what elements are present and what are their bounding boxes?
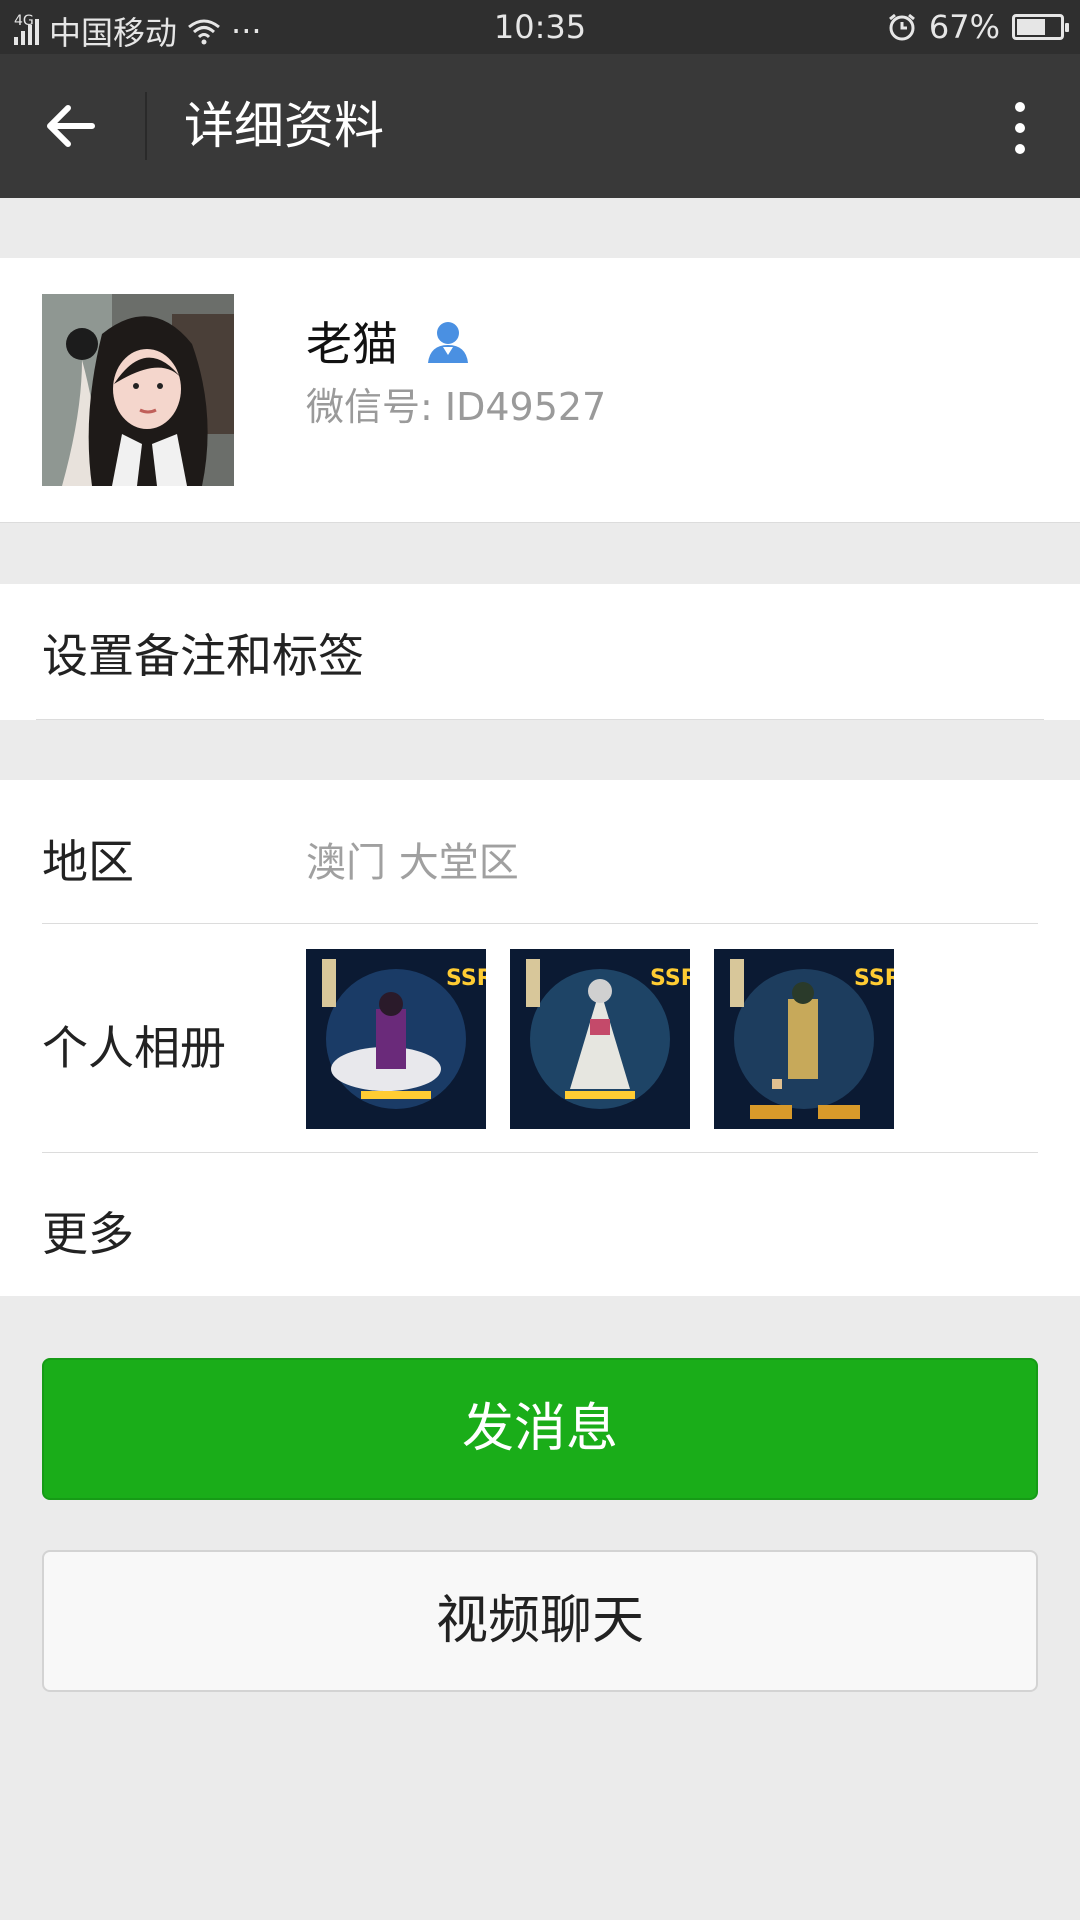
avatar[interactable] <box>42 294 234 486</box>
battery-fill <box>1017 19 1045 35</box>
album-photo[interactable]: SSR <box>306 949 486 1129</box>
more-label[interactable]: 更多 <box>42 1198 134 1264</box>
status-bar: 4G 中国移动 ··· 10:35 67% <box>0 0 1080 54</box>
profile-card[interactable]: 老猫 微信号: ID49527 <box>0 258 1080 523</box>
send-message-button[interactable]: 发消息 <box>42 1358 1038 1500</box>
alarm-icon <box>888 13 915 41</box>
contact-person-icon <box>428 322 468 363</box>
svg-text:SSR: SSR <box>650 966 690 991</box>
battery-percent: 67% <box>928 8 1000 46</box>
page-title: 详细资料 <box>184 97 384 155</box>
more-vertical-icon[interactable] <box>1010 96 1030 156</box>
album-photo[interactable]: SSR <box>510 949 690 1129</box>
info-card: 地区 澳门 大堂区 个人相册 SSR SSR SSR 更多 <box>0 780 1080 1296</box>
battery-icon <box>1012 14 1069 40</box>
nav-bar: 详细资料 <box>0 54 1080 198</box>
set-remark-row[interactable]: 设置备注和标签 <box>0 584 1080 720</box>
nav-divider <box>145 92 147 160</box>
divider <box>42 1152 1038 1153</box>
divider <box>42 923 1038 924</box>
set-remark-label: 设置备注和标签 <box>42 629 364 683</box>
svg-text:SSR: SSR <box>854 966 894 991</box>
svg-text:SSR: SSR <box>446 966 486 991</box>
wechat-id: 微信号: ID49527 <box>306 385 607 429</box>
album-label[interactable]: 个人相册 <box>42 1012 226 1078</box>
region-value: 澳门 大堂区 <box>306 840 519 886</box>
contact-name: 老猫 <box>306 317 398 371</box>
album-photo[interactable]: SSR <box>714 949 894 1129</box>
video-call-button[interactable]: 视频聊天 <box>42 1550 1038 1692</box>
arrow-left-icon[interactable] <box>40 96 100 156</box>
region-label: 地区 <box>42 835 134 889</box>
divider <box>36 719 1044 720</box>
